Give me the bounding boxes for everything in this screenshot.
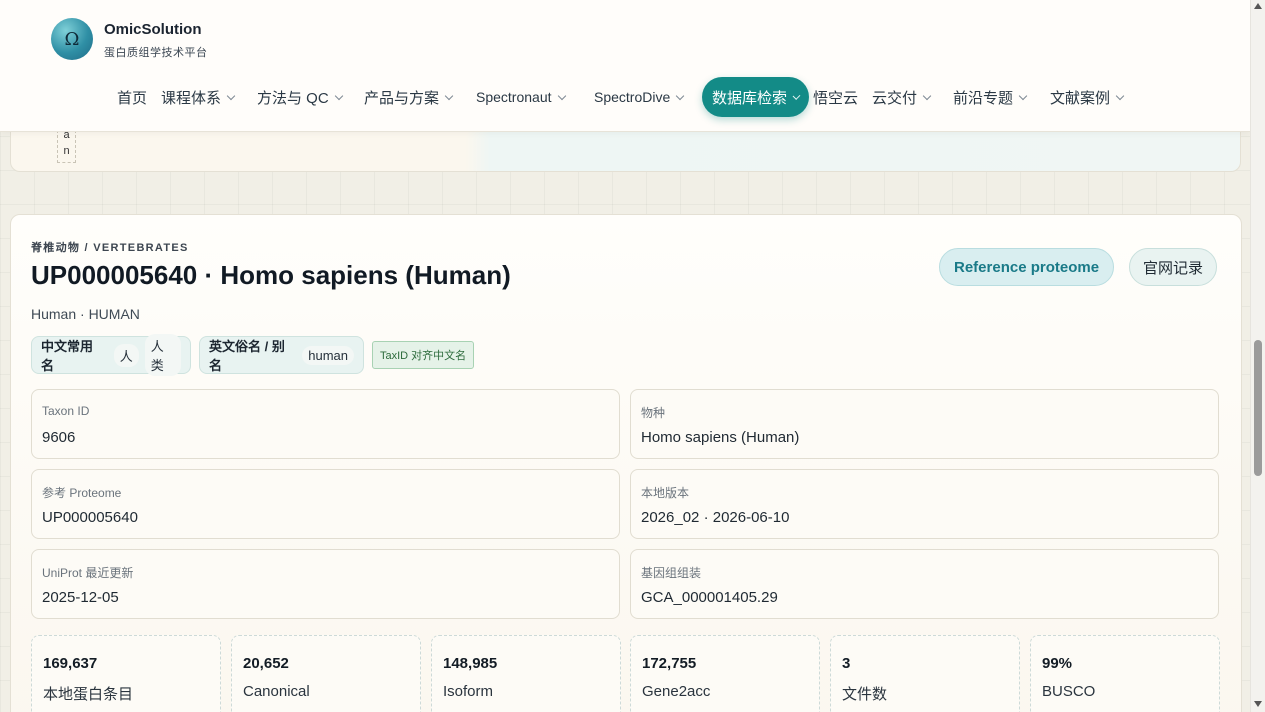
chevron-down-icon xyxy=(226,91,236,100)
chip-value: 人 xyxy=(113,343,139,367)
stat-gene2acc: 172,755 Gene2acc xyxy=(630,635,820,712)
nav-item-cloud-delivery[interactable]: 云交付 xyxy=(872,77,932,117)
english-name-chip: 英文俗名 / 别名 human xyxy=(199,336,364,374)
chip-label: 中文常用名 xyxy=(41,339,94,373)
nav-item-literature-cases[interactable]: 文献案例 xyxy=(1050,77,1125,117)
stat-value: 99% xyxy=(1042,655,1073,672)
stat-value: 172,755 xyxy=(642,655,697,672)
category-kicker: 脊椎动物 / VERTEBRATES xyxy=(31,242,189,254)
field-value: UP000005640 xyxy=(42,509,138,526)
field-label: 物种 xyxy=(641,406,666,420)
stat-file-count: 3 文件数 xyxy=(830,635,1020,712)
field-label: Taxon ID xyxy=(42,404,90,418)
nav-label: Spectronaut xyxy=(476,89,552,105)
field-value: 2026_02 · 2026-06-10 xyxy=(641,509,790,526)
reference-proteome-button[interactable]: Reference proteome xyxy=(939,248,1115,286)
vertical-scrollbar[interactable] xyxy=(1250,0,1265,712)
nav-label: 悟空云 xyxy=(813,89,859,107)
nav-item-spectronaut[interactable]: Spectronaut xyxy=(476,77,566,117)
field-uniprot-updated: UniProt 最近更新 2025-12-05 xyxy=(31,549,620,619)
chip-value: human xyxy=(302,345,354,365)
main-nav: 首页 课程体系 方法与 QC 产品与方案 Spectronaut Spectro… xyxy=(0,77,1250,117)
stat-label: 文件数 xyxy=(842,686,888,703)
tag-char: n xyxy=(63,145,70,157)
field-label: 基因组组装 xyxy=(641,566,702,580)
field-value: 2025-12-05 xyxy=(42,589,119,606)
field-value: Homo sapiens (Human) xyxy=(641,429,800,446)
chevron-down-icon xyxy=(792,91,801,100)
field-value: 9606 xyxy=(42,429,76,446)
stat-value: 3 xyxy=(842,655,851,672)
nav-label: 课程体系 xyxy=(161,89,222,107)
omega-logo-icon[interactable]: Ω xyxy=(51,18,93,60)
chevron-down-icon xyxy=(334,91,343,100)
chip-label: 英文俗名 / 别名 xyxy=(209,339,285,373)
nav-label: 首页 xyxy=(117,89,148,107)
field-value: GCA_000001405.29 xyxy=(641,589,778,606)
chevron-down-icon xyxy=(676,91,685,100)
stat-value: 148,985 xyxy=(443,655,498,672)
stat-label: Gene2acc xyxy=(642,683,711,700)
nav-item-spectrodive[interactable]: SpectroDive xyxy=(594,77,685,117)
chevron-down-icon xyxy=(1115,91,1125,100)
stat-canonical: 20,652 Canonical xyxy=(231,635,421,712)
stat-label: Canonical xyxy=(243,683,310,700)
stat-value: 169,637 xyxy=(43,655,98,672)
chevron-down-icon xyxy=(1018,91,1028,100)
nav-label: 前沿专题 xyxy=(953,89,1014,107)
field-label: 参考 Proteome xyxy=(42,486,122,500)
field-species: 物种 Homo sapiens (Human) xyxy=(630,389,1219,459)
scroll-up-arrow-icon[interactable] xyxy=(1254,3,1262,9)
scroll-down-arrow-icon[interactable] xyxy=(1254,701,1262,707)
chinese-name-chip: 中文常用名 人 人类 xyxy=(31,334,191,376)
stat-local-protein-entries: 169,637 本地蛋白条目 xyxy=(31,635,221,712)
field-label: 本地版本 xyxy=(641,486,690,500)
proteome-title: UP000005640 · Homo sapiens (Human) xyxy=(31,260,511,290)
nav-label: 数据库检索 xyxy=(712,89,788,107)
stat-busco: 99% BUSCO xyxy=(1030,635,1220,712)
brand-name[interactable]: OmicSolution xyxy=(104,21,202,38)
chevron-down-icon xyxy=(557,91,566,100)
stat-label: Isoform xyxy=(443,683,494,700)
field-taxon-id: Taxon ID 9606 xyxy=(31,389,620,459)
stat-value: 20,652 xyxy=(243,655,289,672)
nav-item-products[interactable]: 产品与方案 xyxy=(364,77,454,117)
brand-subtitle: 蛋白质组学技术平台 xyxy=(104,47,208,59)
nav-label: 产品与方案 xyxy=(364,89,440,107)
field-label: UniProt 最近更新 xyxy=(42,566,134,580)
nav-item-wukong-cloud[interactable]: 悟空云 xyxy=(813,77,858,117)
proteome-subtitle: Human · HUMAN xyxy=(31,306,140,322)
taxid-badge: TaxID 对齐中文名 xyxy=(372,341,475,369)
nav-item-frontier-topics[interactable]: 前沿专题 xyxy=(953,77,1028,117)
site-header: Ω OmicSolution 蛋白质组学技术平台 首页 课程体系 方法与 QC … xyxy=(0,0,1250,132)
scrollbar-thumb[interactable] xyxy=(1254,340,1262,476)
chip-value: 人类 xyxy=(144,334,181,376)
nav-item-courses[interactable]: 课程体系 xyxy=(161,77,236,117)
nav-item-methods-qc[interactable]: 方法与 QC xyxy=(257,77,343,117)
nav-item-database-search[interactable]: 数据库检索 xyxy=(702,77,809,117)
nav-label: SpectroDive xyxy=(594,89,671,105)
stat-isoform: 148,985 Isoform xyxy=(431,635,621,712)
stat-label: BUSCO xyxy=(1042,683,1096,700)
field-genome-assembly: 基因组组装 GCA_000001405.29 xyxy=(630,549,1219,619)
official-record-button[interactable]: 官网记录 xyxy=(1129,248,1218,286)
nav-item-home[interactable]: 首页 xyxy=(117,77,147,117)
nav-label: 方法与 QC xyxy=(257,89,329,107)
nav-label: 文献案例 xyxy=(1050,89,1111,107)
chevron-down-icon xyxy=(444,91,454,100)
field-reference-proteome: 参考 Proteome UP000005640 xyxy=(31,469,620,539)
nav-label: 云交付 xyxy=(872,89,918,107)
chevron-down-icon xyxy=(922,91,932,100)
field-local-version: 本地版本 2026_02 · 2026-06-10 xyxy=(630,469,1219,539)
stat-label: 本地蛋白条目 xyxy=(43,686,134,703)
